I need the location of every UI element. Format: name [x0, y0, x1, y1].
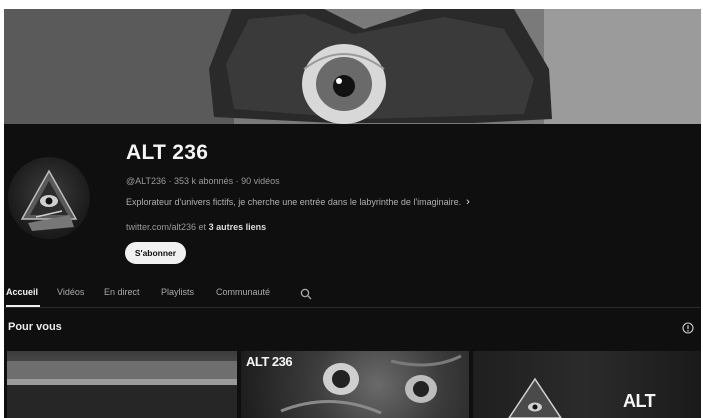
channel-title: ALT 236	[126, 141, 209, 164]
thumbnail-overlay-text: ALT 236	[246, 354, 293, 369]
primary-link[interactable]: twitter.com/alt236 et	[126, 222, 206, 232]
play-all-icon[interactable]	[682, 321, 694, 339]
meta-separator: ·	[168, 176, 172, 186]
subscribe-button[interactable]: S'abonner	[125, 242, 186, 264]
video-count: 90 vidéos	[241, 176, 280, 186]
banner-eye-artwork	[4, 9, 701, 124]
tab-communaute[interactable]: Communauté	[216, 287, 270, 297]
section-title: Pour vous	[8, 321, 62, 333]
more-links[interactable]: 3 autres liens	[209, 222, 267, 232]
tab-playlists[interactable]: Playlists	[161, 287, 194, 297]
thumbnail-image	[7, 361, 237, 418]
channel-meta: @ALT236 · 353 k abonnés · 90 vidéos	[126, 176, 280, 186]
channel-banner	[4, 9, 701, 124]
tab-accueil[interactable]: Accueil	[6, 287, 38, 297]
subscriber-count: 353 k abonnés	[174, 176, 234, 186]
tab-videos[interactable]: Vidéos	[57, 287, 84, 297]
channel-page: ALT 236 @ALT236 · 353 k abonnés · 90 vid…	[4, 9, 701, 418]
channel-description[interactable]: Explorateur d'univers fictifs, je cherch…	[126, 196, 470, 208]
chevron-right-icon[interactable]: ›	[466, 196, 470, 208]
thumbnail-overlay-text: ALT	[623, 391, 656, 411]
video-thumbnail[interactable]	[7, 351, 237, 418]
video-thumbnail[interactable]: ALT 236	[241, 351, 469, 418]
active-tab-indicator	[6, 305, 40, 307]
avatar-triangle-eye-icon	[20, 169, 78, 231]
channel-avatar[interactable]	[8, 157, 90, 239]
description-text: Explorateur d'univers fictifs, je cherch…	[126, 197, 462, 207]
tab-en-direct[interactable]: En direct	[104, 287, 140, 297]
channel-links[interactable]: twitter.com/alt236 et 3 autres liens	[126, 222, 266, 232]
meta-separator: ·	[235, 176, 239, 186]
video-thumbnail[interactable]: ALT	[473, 351, 701, 418]
search-icon[interactable]	[300, 287, 312, 305]
thumbnail-image	[508, 377, 562, 418]
channel-tabs: Accueil Vidéos En direct Playlists Commu…	[4, 283, 701, 308]
channel-handle: @ALT236	[126, 176, 166, 186]
